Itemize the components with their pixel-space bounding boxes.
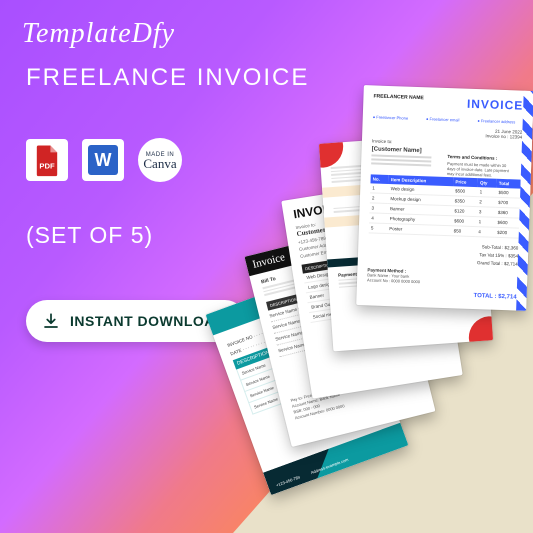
canva-icon: MADE IN Canva [138, 138, 182, 182]
download-label: INSTANT DOWNLOAD [70, 313, 226, 329]
svg-text:PDF: PDF [39, 162, 55, 171]
format-icons: PDF W MADE IN Canva [26, 138, 182, 182]
pdf-icon: PDF [26, 139, 68, 181]
download-icon [42, 312, 60, 330]
word-icon: W [82, 139, 124, 181]
brand-logo: TemplateDfy [22, 18, 175, 50]
page-title: FREELANCE INVOICE [26, 64, 309, 92]
set-count: (SET OF 5) [26, 222, 153, 249]
template-preview-5: FREELANCER NAME INVOICE ● Freelancer Pho… [356, 85, 533, 311]
promo-card: TemplateDfy FREELANCE INVOICE PDF W MADE… [0, 0, 533, 533]
